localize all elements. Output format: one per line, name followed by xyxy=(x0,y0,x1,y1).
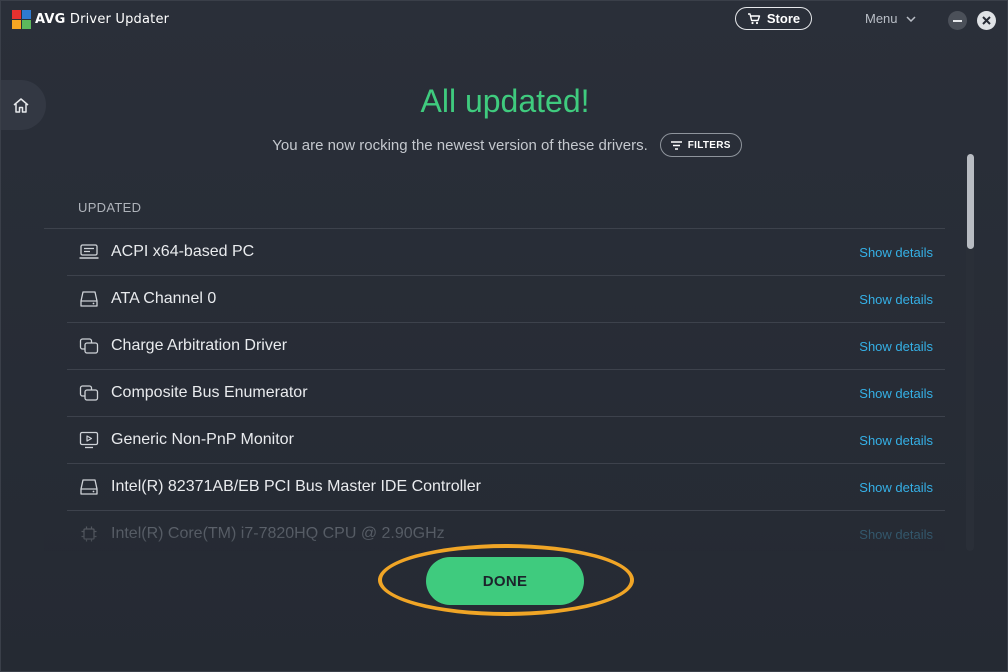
driver-row[interactable]: Intel(R) 82371AB/EB PCI Bus Master IDE C… xyxy=(67,463,945,510)
cart-icon xyxy=(747,12,761,24)
minimize-icon xyxy=(953,19,962,22)
done-button[interactable]: DONE xyxy=(426,557,584,605)
menu-label: Menu xyxy=(865,11,898,26)
page-title: All updated! xyxy=(420,83,590,119)
driver-list: ACPI x64-based PC Show details ATA Chann… xyxy=(44,228,945,557)
driver-name: Intel(R) 82371AB/EB PCI Bus Master IDE C… xyxy=(111,478,481,495)
minimize-button[interactable] xyxy=(948,11,967,30)
driver-row[interactable]: Generic Non-PnP Monitor Show details xyxy=(67,416,945,463)
driver-name: Intel(R) Core(TM) i7-7820HQ CPU @ 2.90GH… xyxy=(111,525,445,542)
chevron-down-icon xyxy=(906,15,916,22)
driver-row[interactable]: ACPI x64-based PC Show details xyxy=(44,228,945,275)
store-button[interactable]: Store xyxy=(735,7,812,30)
computer-icon xyxy=(79,244,99,259)
driver-name: Generic Non-PnP Monitor xyxy=(111,431,294,448)
avg-logo-icon xyxy=(12,10,31,29)
title-bar: AVG Driver Updater Store Menu xyxy=(1,1,1008,39)
filters-button[interactable]: FILTERS xyxy=(659,133,742,157)
show-details-link[interactable]: Show details xyxy=(859,386,933,401)
close-icon xyxy=(982,16,991,25)
monitor-icon xyxy=(79,431,99,449)
driver-name: ACPI x64-based PC xyxy=(111,243,255,260)
close-button[interactable] xyxy=(977,11,996,30)
scrollbar-thumb[interactable] xyxy=(967,154,974,249)
filters-label: FILTERS xyxy=(687,139,731,151)
system-device-icon xyxy=(79,385,99,401)
driver-name: ATA Channel 0 xyxy=(111,290,217,307)
store-label: Store xyxy=(766,11,801,26)
show-details-link[interactable]: Show details xyxy=(859,292,933,307)
show-details-link[interactable]: Show details xyxy=(859,527,933,542)
driver-row[interactable]: Charge Arbitration Driver Show details xyxy=(67,322,945,369)
app-title: AVG Driver Updater xyxy=(35,12,169,27)
brand-short: AVG xyxy=(35,12,66,27)
disk-drive-icon xyxy=(80,479,98,495)
done-label: DONE xyxy=(482,572,528,590)
cpu-icon xyxy=(81,526,97,542)
filter-icon xyxy=(670,140,682,150)
show-details-link[interactable]: Show details xyxy=(859,245,933,260)
driver-name: Charge Arbitration Driver xyxy=(111,337,288,354)
system-device-icon xyxy=(79,338,99,354)
driver-row[interactable]: Composite Bus Enumerator Show details xyxy=(67,369,945,416)
driver-row[interactable]: ATA Channel 0 Show details xyxy=(67,275,945,322)
brand-name: Driver Updater xyxy=(69,12,170,27)
menu-dropdown[interactable]: Menu xyxy=(865,11,916,26)
subtitle-row: You are now rocking the newest version o… xyxy=(1,133,1008,157)
show-details-link[interactable]: Show details xyxy=(859,480,933,495)
section-label-updated: UPDATED xyxy=(78,200,142,215)
disk-drive-icon xyxy=(80,291,98,307)
show-details-link[interactable]: Show details xyxy=(859,339,933,354)
app-window: AVG Driver Updater Store Menu All update… xyxy=(0,0,1008,672)
subtitle-text: You are now rocking the newest version o… xyxy=(272,136,648,154)
driver-name: Composite Bus Enumerator xyxy=(111,384,308,401)
show-details-link[interactable]: Show details xyxy=(859,433,933,448)
